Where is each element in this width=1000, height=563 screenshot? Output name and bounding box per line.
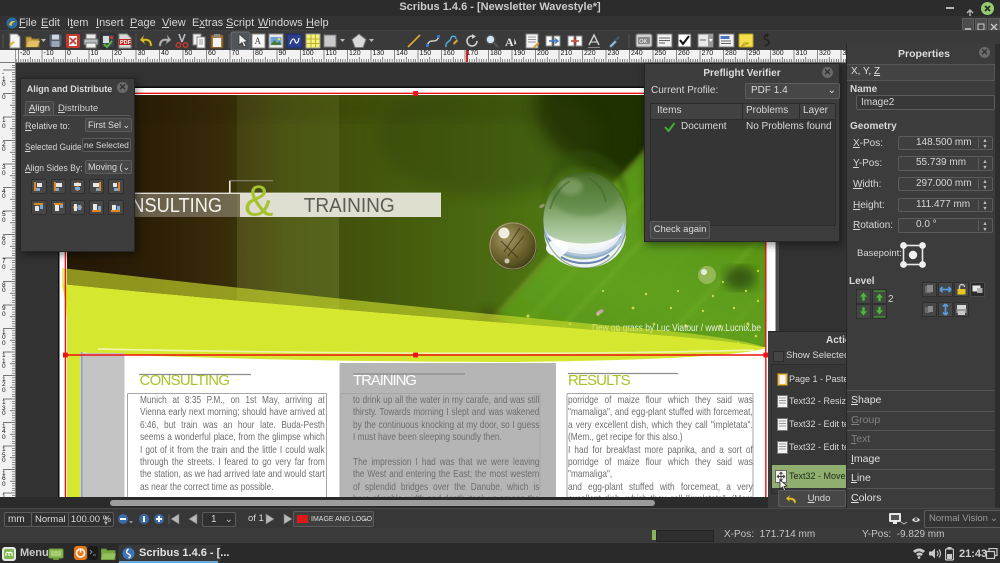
svg-text:A: A [505, 35, 514, 49]
svg-text:PDF: PDF [120, 40, 132, 46]
svg-text:A: A [255, 36, 262, 46]
svg-text:OK: OK [639, 39, 647, 45]
